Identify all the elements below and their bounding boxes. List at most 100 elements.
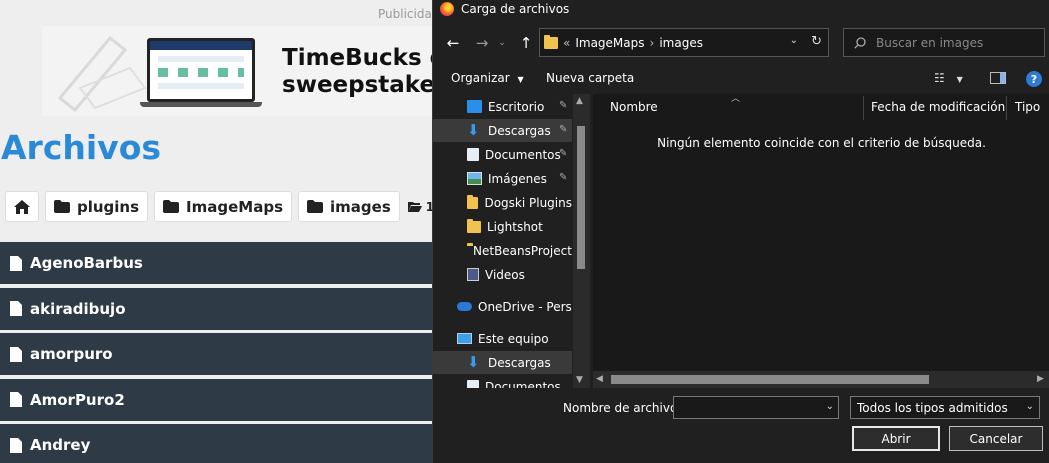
- column-header-fecha[interactable]: Fecha de modificación: [871, 100, 1005, 114]
- nav-item-imagenes[interactable]: Imágenes ✎: [433, 167, 572, 190]
- address-overflow[interactable]: «: [563, 36, 570, 50]
- nav-item-label: Lightshot: [487, 219, 543, 234]
- folder-count: 155: [407, 200, 432, 214]
- search-input[interactable]: [876, 35, 1026, 50]
- refresh-icon[interactable]: ↻: [811, 34, 822, 49]
- navigation-pane: Escritorio ✎ Descargas ✎ Documentos ✎ Im…: [433, 94, 591, 388]
- pin-icon: ✎: [559, 124, 568, 135]
- column-divider[interactable]: [1006, 96, 1007, 120]
- list-item[interactable]: Andrey: [0, 424, 432, 463]
- list-item[interactable]: akiradibujo: [0, 287, 432, 330]
- horizontal-scrollbar[interactable]: ◀ ▶: [593, 371, 1049, 388]
- nav-item-label: Documentos: [485, 379, 561, 389]
- nav-item-documentos[interactable]: Documentos ✎: [433, 143, 572, 166]
- onedrive-icon: [457, 302, 472, 311]
- nav-item-label: Imágenes: [488, 171, 547, 186]
- forward-button[interactable]: →: [471, 32, 493, 54]
- nav-item-descargas[interactable]: Descargas ✎: [433, 119, 572, 142]
- filename-label: Nombre de archivo:: [563, 401, 682, 415]
- chevron-right-icon[interactable]: ›: [650, 36, 655, 50]
- page-title: Archivos: [1, 128, 162, 167]
- nav-item-lightshot[interactable]: Lightshot: [433, 215, 572, 238]
- breadcrumb-imagemaps[interactable]: ImageMaps: [154, 191, 293, 222]
- help-button[interactable]: ?: [1026, 71, 1042, 87]
- address-part-images[interactable]: images: [659, 36, 703, 50]
- dialog-footer: Nombre de archivo: ⌄ Todos los tipos adm…: [433, 390, 1049, 463]
- chevron-down-icon: ⌄: [498, 38, 506, 48]
- chevron-down-icon[interactable]: ⌄: [826, 401, 834, 412]
- file-name: Andrey: [30, 436, 91, 454]
- list-item[interactable]: AmorPuro2: [0, 378, 432, 421]
- filename-field[interactable]: ⌄: [673, 396, 839, 419]
- file-list-view[interactable]: ︿ Nombre Fecha de modificación Tipo Ning…: [593, 94, 1049, 388]
- pictures-icon: [467, 172, 482, 185]
- breadcrumb-label: plugins: [77, 197, 140, 216]
- scroll-left-icon[interactable]: ◀: [596, 374, 603, 384]
- column-header-nombre[interactable]: Nombre: [610, 100, 658, 114]
- empty-state-message: Ningún elemento coincide con el criterio…: [657, 136, 986, 150]
- nav-item-onedrive[interactable]: OneDrive - Personal: [433, 295, 572, 318]
- chevron-down-icon[interactable]: ⌄: [790, 35, 798, 46]
- search-box[interactable]: [843, 28, 1045, 57]
- open-button[interactable]: Abrir: [852, 426, 940, 451]
- dialog-toolbar: Organizar ▼ Nueva carpeta ☷ ▼ ?: [433, 66, 1049, 90]
- nav-item-netbeansprojects[interactable]: NetBeansProjects: [433, 239, 572, 262]
- file-name: AgenoBarbus: [30, 254, 143, 272]
- nav-pane-scrollbar[interactable]: ▲ ▼: [573, 94, 590, 388]
- breadcrumb: plugins ImageMaps images 155: [5, 191, 432, 222]
- preview-pane-button[interactable]: [990, 72, 1006, 84]
- nav-item-label: Videos: [485, 267, 525, 282]
- ad-laptop-base: [140, 102, 262, 107]
- nav-item-descargas-pc[interactable]: Descargas: [433, 351, 572, 374]
- nav-item-videos[interactable]: Videos: [433, 263, 572, 286]
- dialog-titlebar[interactable]: Carga de archivos: [433, 0, 1049, 17]
- back-button[interactable]: ←: [442, 32, 464, 54]
- nav-item-dogski-plugins[interactable]: Dogski Plugins: [433, 191, 572, 214]
- scroll-right-icon[interactable]: ▶: [1037, 374, 1044, 384]
- list-item[interactable]: AgenoBarbus: [0, 242, 432, 284]
- scroll-up-icon[interactable]: ▲: [576, 96, 583, 106]
- background-web-page: Publicidad TimeBucks g sweepstakes Archi…: [0, 0, 432, 463]
- ad-headline-line1: TimeBucks g: [282, 45, 432, 71]
- documents-icon: [467, 148, 479, 161]
- organize-menu-button[interactable]: Organizar ▼: [451, 71, 524, 85]
- pin-icon: ✎: [559, 172, 568, 183]
- view-options-button[interactable]: ☷ ▼: [934, 71, 963, 85]
- arrow-left-icon: ←: [446, 34, 460, 52]
- downloads-icon: [467, 121, 482, 139]
- nav-item-documentos-pc[interactable]: Documentos: [433, 375, 572, 388]
- scrollbar-thumb[interactable]: [577, 126, 585, 269]
- breadcrumb-plugins[interactable]: plugins: [45, 191, 149, 222]
- documents-icon: [467, 380, 479, 388]
- breadcrumb-label: images: [330, 197, 391, 216]
- new-folder-button[interactable]: Nueva carpeta: [546, 71, 634, 85]
- scrollbar-thumb[interactable]: [611, 375, 929, 384]
- scroll-down-icon[interactable]: ▼: [576, 375, 583, 385]
- nav-item-escritorio[interactable]: Escritorio ✎: [433, 95, 572, 118]
- column-header-tipo[interactable]: Tipo: [1015, 100, 1040, 114]
- recent-locations-button[interactable]: ⌄: [491, 32, 513, 54]
- arrow-up-icon: ↑: [519, 34, 533, 52]
- file-type-select[interactable]: Todos los tipos admitidos ⌄: [850, 396, 1040, 419]
- folder-icon: [307, 200, 324, 213]
- file-type-value: Todos los tipos admitidos: [857, 401, 1008, 415]
- ad-banner[interactable]: TimeBucks g sweepstakes: [42, 26, 432, 116]
- address-part-imagemaps[interactable]: ImageMaps: [575, 36, 644, 50]
- desktop-icon: [467, 100, 482, 113]
- breadcrumb-images[interactable]: images: [298, 191, 400, 222]
- filename-input[interactable]: [674, 397, 814, 418]
- nav-item-este-equipo[interactable]: Este equipo: [433, 327, 572, 350]
- list-item[interactable]: amorpuro: [0, 333, 432, 375]
- breadcrumb-home-button[interactable]: [5, 191, 39, 222]
- dialog-title: Carga de archivos: [461, 1, 570, 16]
- this-pc-icon: [457, 333, 472, 344]
- cancel-button[interactable]: Cancelar: [949, 426, 1043, 451]
- folder-icon: [544, 34, 558, 49]
- file-name: akiradibujo: [30, 299, 126, 318]
- column-divider[interactable]: [863, 96, 864, 120]
- home-icon: [14, 199, 30, 214]
- address-bar[interactable]: « ImageMaps › images ⌄ ↻: [539, 28, 829, 57]
- caret-down-icon: ▼: [517, 75, 524, 84]
- search-icon: [854, 36, 866, 49]
- up-button[interactable]: ↑: [515, 32, 537, 54]
